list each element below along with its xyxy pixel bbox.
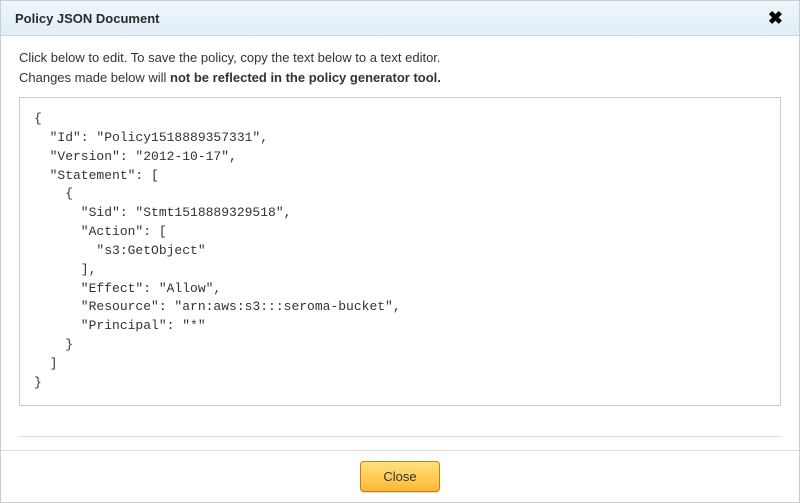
instructions-line2-bold: not be reflected in the policy generator…	[170, 70, 441, 85]
policy-json-editor[interactable]: { "Id": "Policy1518889357331", "Version"…	[19, 97, 781, 406]
disclaimer-text: This AWS Policy Generator is provided fo…	[19, 449, 781, 450]
divider	[19, 436, 781, 437]
instructions-line1: Click below to edit. To save the policy,…	[19, 50, 441, 65]
modal-header: Policy JSON Document ✖	[1, 1, 799, 36]
modal-footer: Close	[1, 450, 799, 502]
close-icon[interactable]: ✖	[766, 9, 785, 27]
modal-body[interactable]: Click below to edit. To save the policy,…	[1, 36, 799, 450]
close-button[interactable]: Close	[360, 461, 439, 492]
policy-json-modal: Policy JSON Document ✖ Click below to ed…	[0, 0, 800, 503]
modal-title: Policy JSON Document	[15, 11, 159, 26]
instructions-text: Click below to edit. To save the policy,…	[19, 48, 781, 87]
instructions-line2-prefix: Changes made below will	[19, 70, 170, 85]
